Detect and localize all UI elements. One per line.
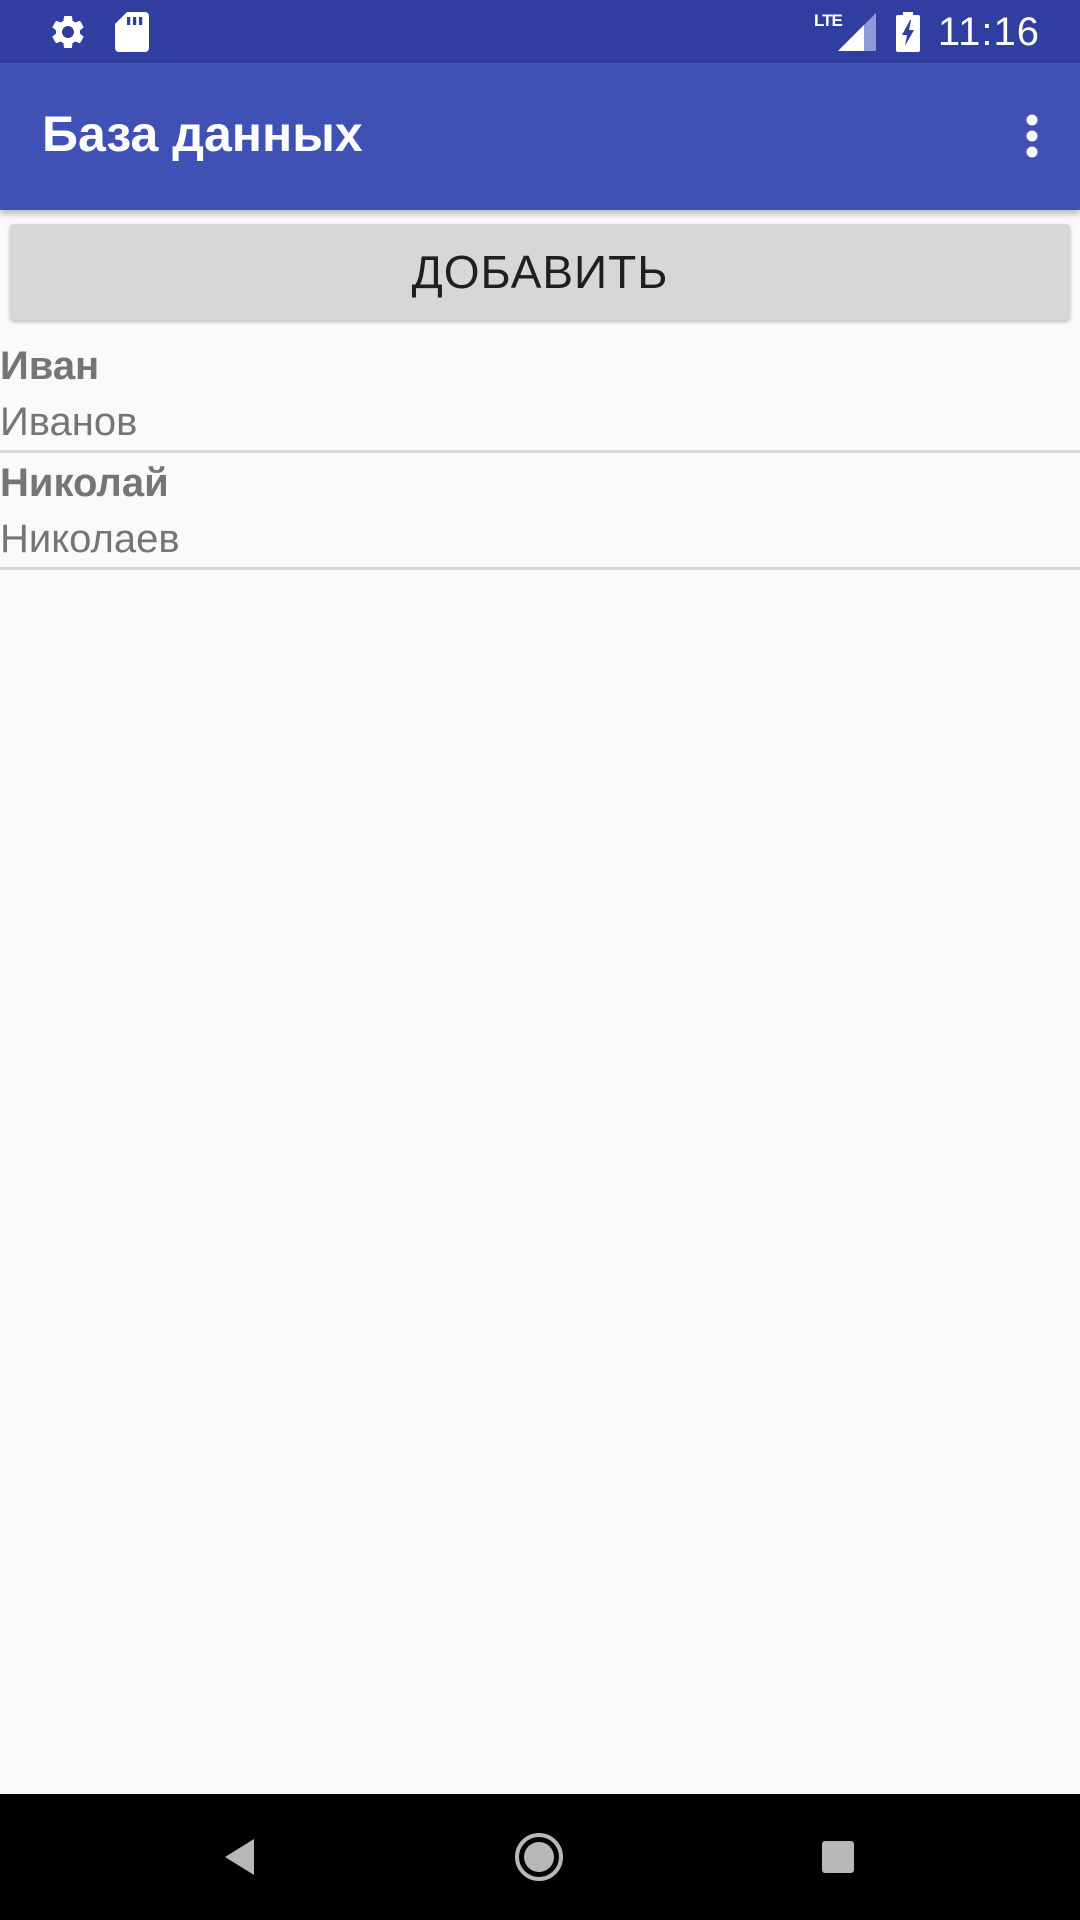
status-bar: LTE 11:16: [0, 0, 1080, 63]
add-button[interactable]: ДОБАВИТЬ: [10, 224, 1070, 320]
app-bar: База данных: [0, 63, 1080, 210]
home-icon: [515, 1833, 563, 1881]
back-icon: [225, 1839, 254, 1875]
navigation-bar: [0, 1794, 1080, 1920]
back-button[interactable]: [200, 1817, 280, 1897]
overflow-menu-button[interactable]: [996, 100, 1068, 172]
battery-charging-icon: [895, 12, 920, 52]
status-clock: 11:16: [937, 9, 1040, 54]
more-vert-icon: [1026, 114, 1038, 158]
item-first-name: Иван: [0, 344, 100, 388]
recent-apps-icon: [822, 1841, 854, 1873]
page-title: База данных: [42, 106, 363, 162]
notification-icons: [48, 12, 149, 52]
item-last-name: Иванов: [0, 400, 138, 444]
person-list: Иван Иванов Николай Николаев: [0, 336, 1080, 570]
network-type-label: LTE: [814, 11, 843, 30]
list-item[interactable]: Николай Николаев: [0, 453, 1080, 570]
item-first-name: Николай: [0, 461, 169, 505]
list-item[interactable]: Иван Иванов: [0, 336, 1080, 453]
home-button[interactable]: [499, 1817, 579, 1897]
gear-icon: [52, 15, 84, 48]
system-status: LTE 11:16: [814, 10, 1040, 54]
sd-card-icon: [115, 12, 149, 52]
recent-apps-button[interactable]: [798, 1817, 878, 1897]
screen: LTE 11:16 База данных ДОБАВИТЬ Иван Иван…: [0, 0, 1080, 1920]
item-last-name: Николаев: [0, 517, 180, 561]
signal-icon: [837, 13, 876, 51]
